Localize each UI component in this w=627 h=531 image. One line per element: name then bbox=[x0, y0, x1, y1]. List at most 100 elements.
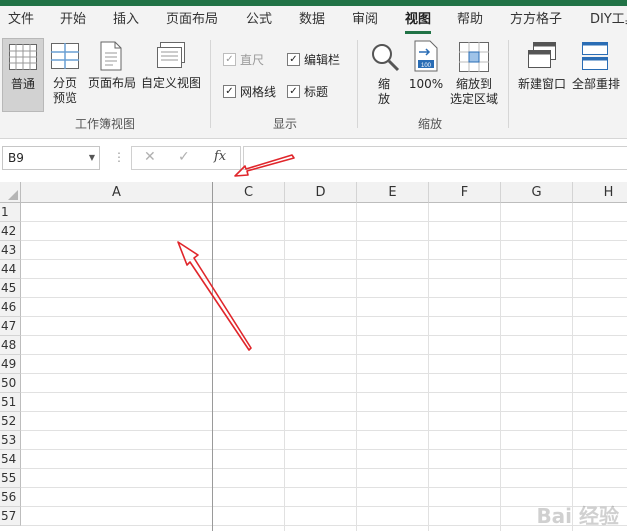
row-header[interactable]: 56 bbox=[0, 488, 21, 507]
row-header[interactable]: 57 bbox=[0, 507, 21, 526]
tab-home[interactable]: 开始 bbox=[60, 6, 86, 34]
row-header[interactable]: 1 bbox=[0, 203, 21, 222]
tab-page-layout[interactable]: 页面布局 bbox=[166, 6, 218, 34]
row-header[interactable]: 51 bbox=[0, 393, 21, 412]
zoom-label-1: 缩 bbox=[377, 77, 390, 91]
tab-formulas[interactable]: 公式 bbox=[246, 6, 272, 34]
gridline bbox=[21, 297, 627, 298]
column-header-f[interactable]: F bbox=[429, 182, 501, 203]
tab-file[interactable]: 文件 bbox=[8, 6, 34, 34]
group-separator bbox=[357, 40, 358, 128]
tab-insert[interactable]: 插入 bbox=[113, 6, 139, 34]
row-header[interactable]: 50 bbox=[0, 374, 21, 393]
group-separator bbox=[210, 40, 211, 128]
gridline bbox=[572, 203, 573, 531]
page-layout-view-button[interactable]: 页面布局 bbox=[86, 38, 138, 110]
gridline bbox=[21, 259, 627, 260]
column-header-a[interactable]: A bbox=[21, 182, 213, 203]
formula-buttons: ✕ ✓ fx bbox=[131, 146, 241, 170]
arrange-all-button[interactable]: 全部重排 bbox=[570, 40, 622, 110]
gridline bbox=[21, 354, 627, 355]
zoom-selection-label-2: 选定区域 bbox=[449, 92, 498, 106]
row-header[interactable]: 43 bbox=[0, 241, 21, 260]
custom-views-button[interactable]: 自定义视图 bbox=[140, 38, 202, 110]
gridlines-checkbox[interactable]: ✓ bbox=[223, 85, 236, 98]
row-header[interactable]: 52 bbox=[0, 412, 21, 431]
tab-help[interactable]: 帮助 bbox=[457, 6, 483, 34]
ruler-checkbox[interactable]: ✓ bbox=[223, 53, 236, 66]
gridline bbox=[21, 411, 627, 412]
arrange-all-label: 全部重排 bbox=[571, 77, 620, 91]
chevron-down-icon[interactable]: ▼ bbox=[89, 147, 95, 169]
row-header[interactable]: 47 bbox=[0, 317, 21, 336]
column-header-c[interactable]: C bbox=[213, 182, 285, 203]
page-break-label-2: 预览 bbox=[52, 91, 77, 105]
row-header[interactable]: 45 bbox=[0, 279, 21, 298]
tab-view[interactable]: 视图 bbox=[405, 6, 432, 34]
gridline bbox=[21, 392, 627, 393]
tab-data[interactable]: 数据 bbox=[299, 6, 325, 34]
row-header[interactable]: 48 bbox=[0, 336, 21, 355]
select-all-corner[interactable] bbox=[0, 182, 21, 203]
gridline bbox=[21, 335, 627, 336]
row-header[interactable]: 54 bbox=[0, 450, 21, 469]
formula-bar-label: 编辑栏 bbox=[304, 53, 341, 67]
vertical-dots-icon[interactable]: ⋮ bbox=[113, 150, 125, 164]
formula-bar-checkbox[interactable]: ✓ bbox=[287, 53, 300, 66]
gridline bbox=[21, 278, 627, 279]
column-header-g[interactable]: G bbox=[501, 182, 573, 203]
headings-checkbox[interactable]: ✓ bbox=[287, 85, 300, 98]
zoom-label-2: 放 bbox=[377, 92, 390, 106]
gridline bbox=[21, 373, 627, 374]
watermark: Bai 经验 bbox=[536, 504, 619, 528]
workbook-views-group-label: 工作簿视图 bbox=[74, 117, 135, 131]
row-header[interactable]: 44 bbox=[0, 260, 21, 279]
page-break-label-1: 分页 bbox=[52, 76, 77, 90]
headings-label: 标题 bbox=[304, 85, 329, 99]
new-window-button[interactable]: 新建窗口 bbox=[514, 40, 570, 110]
new-window-icon bbox=[528, 42, 556, 72]
tab-fangfang[interactable]: 方方格子 bbox=[510, 6, 562, 34]
gridlines-label: 网格线 bbox=[240, 85, 277, 99]
gridline bbox=[21, 316, 627, 317]
arrange-all-icon bbox=[582, 42, 608, 74]
name-box[interactable]: B9 ▼ bbox=[2, 146, 100, 170]
row-header[interactable]: 55 bbox=[0, 469, 21, 488]
column-header-d[interactable]: D bbox=[285, 182, 357, 203]
spreadsheet-grid[interactable]: A C D E F G H 1 42 43 44 45 46 47 48 49 … bbox=[0, 182, 627, 531]
ribbon-tabs: 文件 开始 插入 页面布局 公式 数据 审阅 视图 帮助 方方格子 DIY工具 bbox=[0, 6, 627, 34]
svg-text:100: 100 bbox=[421, 63, 432, 69]
new-window-label: 新建窗口 bbox=[517, 77, 566, 91]
tab-review[interactable]: 审阅 bbox=[352, 6, 378, 34]
tab-diy-tools[interactable]: DIY工具 bbox=[590, 6, 627, 34]
column-header-e[interactable]: E bbox=[357, 182, 429, 203]
magnifier-icon bbox=[370, 42, 400, 76]
zoom-group-label: 缩放 bbox=[417, 117, 442, 131]
show-group-label: 显示 bbox=[272, 117, 297, 131]
gridline bbox=[21, 449, 627, 450]
zoom-100-icon: 100 bbox=[414, 40, 438, 76]
row-header[interactable]: 46 bbox=[0, 298, 21, 317]
row-header[interactable]: 49 bbox=[0, 355, 21, 374]
page-break-icon bbox=[51, 43, 79, 73]
zoom-button[interactable]: 缩 放 bbox=[364, 40, 404, 110]
zoom-selection-label-1: 缩放到 bbox=[455, 77, 492, 91]
ruler-label: 直尺 bbox=[240, 53, 265, 67]
zoom-100-button[interactable]: 100 100% bbox=[406, 40, 446, 110]
zoom-selection-icon bbox=[459, 42, 489, 76]
custom-views-label: 自定义视图 bbox=[140, 76, 201, 90]
insert-function-icon[interactable]: fx bbox=[214, 149, 226, 164]
confirm-icon[interactable]: ✓ bbox=[178, 149, 190, 165]
formula-input[interactable] bbox=[243, 146, 627, 170]
row-header[interactable]: 42 bbox=[0, 222, 21, 241]
gridline bbox=[21, 487, 627, 488]
page-break-preview-button[interactable]: 分页 预览 bbox=[45, 38, 85, 110]
page-layout-icon bbox=[100, 41, 122, 75]
row-header[interactable]: 53 bbox=[0, 431, 21, 450]
normal-view-button[interactable]: 普通 bbox=[2, 38, 44, 112]
column-header-h[interactable]: H bbox=[573, 182, 627, 203]
cancel-icon[interactable]: ✕ bbox=[144, 149, 156, 165]
normal-view-icon bbox=[9, 44, 37, 74]
normal-view-label: 普通 bbox=[10, 77, 35, 91]
zoom-to-selection-button[interactable]: 缩放到 选定区域 bbox=[447, 40, 501, 110]
